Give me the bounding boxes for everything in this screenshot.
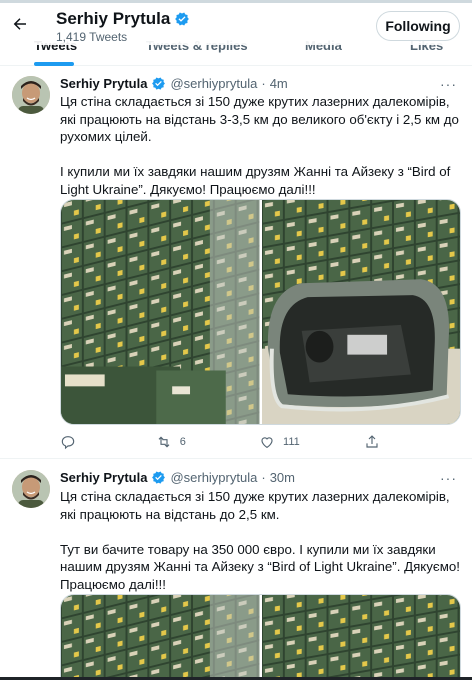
avatar[interactable]: [12, 470, 50, 508]
verified-badge-icon: [152, 77, 166, 90]
share-button[interactable]: [364, 434, 460, 450]
photo-rangefinder-in-case: [261, 200, 460, 424]
reply-button[interactable]: [60, 434, 156, 450]
author-handle[interactable]: @serhiyprytula: [170, 470, 257, 485]
tweet-actions: 6 111: [60, 431, 460, 453]
tweet-time[interactable]: 4m: [270, 76, 288, 91]
photo-rangefinder-case[interactable]: [261, 200, 460, 424]
more-icon[interactable]: ···: [440, 471, 458, 487]
photo-rangefinder-wall: [61, 200, 260, 424]
retweet-icon: [158, 436, 170, 448]
tweet[interactable]: Serhiy Prytula @serhiyprytula · 30m ··· …: [0, 460, 472, 680]
author-handle[interactable]: @serhiyprytula: [170, 76, 257, 91]
separator-dot: ·: [261, 470, 266, 485]
tweet-header: Serhiy Prytula @serhiyprytula · 4m: [60, 76, 288, 91]
photo-box-wall[interactable]: [61, 595, 260, 680]
retweet-button[interactable]: 6: [156, 434, 259, 450]
photo-box-stack: [261, 595, 460, 680]
share-icon: [366, 435, 378, 448]
reply-icon: [61, 436, 75, 450]
active-tab-indicator: [34, 62, 74, 66]
avatar[interactable]: [12, 76, 50, 114]
tweet-text: Ця стіна складається зі 150 дуже крутих …: [60, 489, 460, 592]
retweet-count: 6: [179, 436, 186, 448]
avatar-image: [12, 470, 50, 508]
like-icon: [261, 437, 273, 448]
photo-rangefinder-case[interactable]: [261, 595, 460, 680]
photo-box-wall[interactable]: [61, 200, 260, 424]
tweet-media[interactable]: [60, 594, 461, 680]
profile-name: Serhiy Prytula: [56, 9, 171, 28]
profile-header: Serhiy Prytula 1,419 Tweets Following: [0, 3, 472, 45]
back-button[interactable]: [8, 9, 32, 39]
profile-name-row: Serhiy Prytula: [56, 9, 190, 29]
separator-dot: ·: [261, 76, 266, 91]
tweet-time[interactable]: 30m: [270, 470, 295, 485]
like-count: 111: [283, 436, 300, 448]
avatar-image: [12, 76, 50, 114]
tweet-text: Ця стіна складається зі 150 дуже крутих …: [60, 94, 459, 197]
author-name[interactable]: Serhiy Prytula: [60, 470, 147, 485]
verified-badge-icon: [175, 12, 190, 26]
tweet-header: Serhiy Prytula @serhiyprytula · 30m: [60, 470, 295, 485]
tweet[interactable]: Serhiy Prytula @serhiyprytula · 4m ··· Ц…: [0, 67, 472, 459]
tweet-count: 1,419 Tweets: [56, 30, 128, 44]
photo-rangefinder-wall: [61, 595, 260, 680]
back-arrow-icon: [13, 18, 26, 30]
following-button[interactable]: Following: [376, 11, 460, 41]
verified-badge-icon: [152, 471, 166, 484]
author-name[interactable]: Serhiy Prytula: [60, 76, 147, 91]
tweet-media[interactable]: [60, 199, 461, 425]
like-button[interactable]: 111: [259, 434, 364, 450]
more-icon[interactable]: ···: [440, 77, 458, 93]
